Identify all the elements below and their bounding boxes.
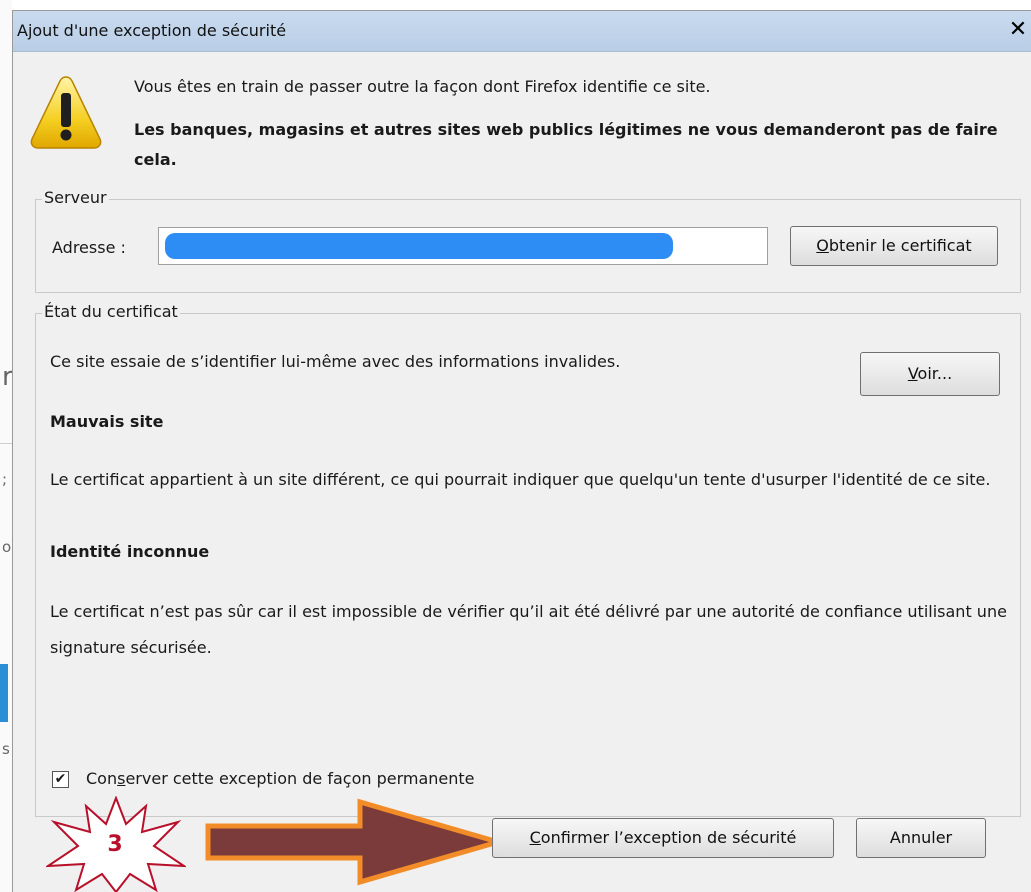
dialog-title: Ajout d'une exception de sécurité bbox=[17, 21, 287, 40]
view-certificate-button[interactable]: Voir... bbox=[860, 352, 1000, 396]
background-glyph: s bbox=[2, 740, 10, 758]
address-input[interactable] bbox=[158, 227, 768, 265]
step-number: 3 bbox=[107, 832, 123, 857]
background-blue-element bbox=[0, 664, 8, 722]
button-label-part: btenir le certificat bbox=[828, 236, 972, 255]
warning-message-bold: Les banques, magasins et autres sites we… bbox=[134, 120, 998, 169]
wrong-site-heading: Mauvais site bbox=[50, 412, 164, 431]
background-divider bbox=[0, 443, 12, 444]
address-redaction bbox=[165, 233, 673, 259]
background-glyph: o bbox=[2, 538, 12, 556]
address-label: Adresse : bbox=[52, 238, 126, 257]
dialog-titlebar: Ajout d'une exception de sécurité ✕ bbox=[13, 11, 1031, 52]
certificate-description: Ce site essaie de s’identifier lui-même … bbox=[50, 352, 621, 371]
background-page-edge bbox=[0, 0, 12, 892]
confirm-exception-button[interactable]: Confirmer l’exception de sécurité bbox=[492, 818, 834, 858]
button-mnemonic: V bbox=[907, 364, 918, 383]
unknown-identity-heading: Identité inconnue bbox=[50, 542, 210, 561]
button-label-part: onfirmer l’exception de sécurité bbox=[540, 828, 797, 847]
button-mnemonic: C bbox=[529, 828, 541, 847]
annotation-arrow bbox=[205, 798, 507, 886]
close-icon[interactable]: ✕ bbox=[1007, 19, 1029, 43]
button-label-part: oir... bbox=[917, 364, 953, 383]
warning-message: Vous êtes en train de passer outre la fa… bbox=[134, 77, 711, 96]
label-part: erver cette exception de façon permanent… bbox=[125, 769, 475, 788]
button-mnemonic: O bbox=[816, 236, 829, 255]
server-groupbox: Serveur Adresse : Obtenir le certificat bbox=[35, 188, 1021, 293]
get-certificate-button[interactable]: Obtenir le certificat bbox=[790, 226, 998, 266]
certificate-legend: État du certificat bbox=[42, 302, 180, 321]
label-part: Con bbox=[86, 769, 118, 788]
cancel-button[interactable]: Annuler bbox=[856, 818, 986, 858]
server-legend: Serveur bbox=[42, 188, 109, 207]
wrong-site-text: Le certificat appartient à un site diffé… bbox=[50, 470, 991, 489]
permanent-exception-checkbox[interactable]: ✔ bbox=[52, 771, 69, 788]
security-exception-dialog: Ajout d'une exception de sécurité ✕ Vous… bbox=[12, 10, 1031, 892]
unknown-identity-text: Le certificat n’est pas sûr car il est i… bbox=[50, 602, 1007, 657]
background-glyph: ; bbox=[2, 470, 8, 488]
permanent-exception-label[interactable]: Conserver cette exception de façon perma… bbox=[86, 769, 475, 788]
certificate-status-groupbox: État du certificat Ce site essaie de s’i… bbox=[35, 302, 1021, 817]
warning-icon bbox=[30, 76, 102, 149]
